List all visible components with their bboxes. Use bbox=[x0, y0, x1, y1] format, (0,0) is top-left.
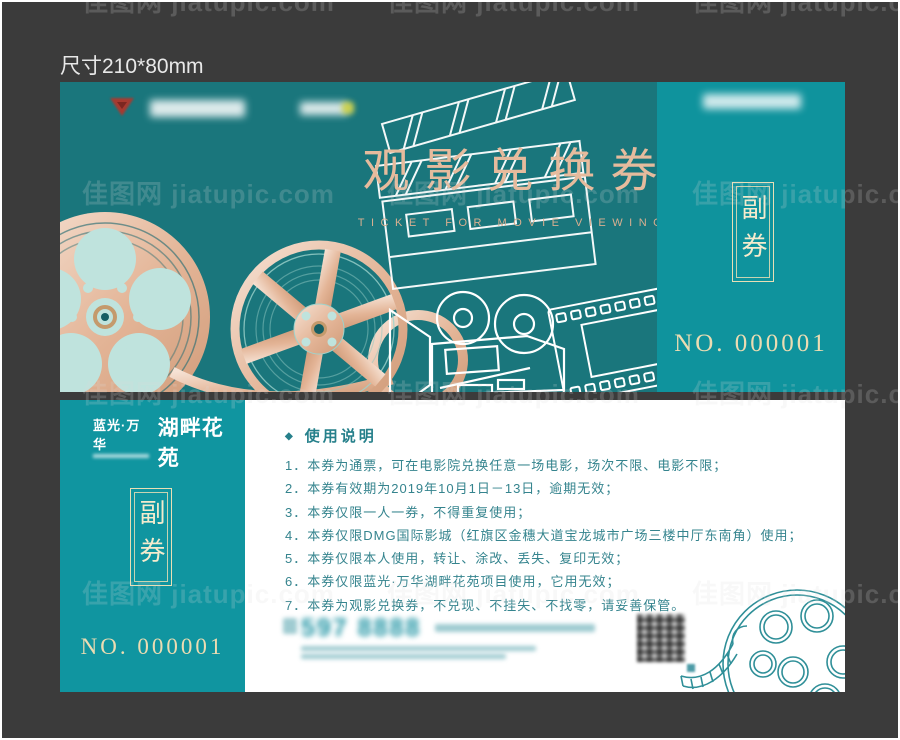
instructions-title: ◆ 使用说明 bbox=[285, 425, 377, 446]
watermark-text: 佳图网 jiatupic.com bbox=[82, 0, 335, 19]
design-preview-canvas: 尺寸210*80mm bbox=[0, 0, 900, 740]
blurred-brand-accent bbox=[342, 102, 354, 114]
instructions-panel: ◆ 使用说明 1．本券为通票，可在电影院兑换任意一场电影，场次不限、电影不限； 2… bbox=[245, 400, 845, 692]
brand-logo-front bbox=[100, 94, 400, 126]
size-label: 尺寸210*80mm bbox=[60, 50, 204, 80]
stub-coupon-label-back: 副券 bbox=[138, 499, 164, 575]
film-reels-illustration bbox=[60, 82, 657, 392]
stub-coupon-box: 副券 bbox=[732, 182, 774, 282]
movie-camera-icon bbox=[390, 292, 564, 392]
blurred-address-line bbox=[301, 646, 536, 651]
stub-coupon-label: 副券 bbox=[740, 194, 766, 270]
brand-name-large: 湖畔花苑 bbox=[158, 412, 245, 472]
film-reel-right-icon bbox=[235, 245, 403, 392]
blurred-contact-line bbox=[435, 624, 595, 632]
diamond-bullet-icon: ◆ bbox=[285, 431, 296, 442]
blurred-brand-text bbox=[150, 100, 245, 117]
brand-name-small: 蓝光·万华 bbox=[93, 415, 154, 453]
contact-block: 597 8888 bbox=[245, 606, 725, 666]
serial-number-back: NO. 000001 bbox=[60, 634, 245, 660]
instruction-item: 2．本券有效期为2019年10月1日－13日，逾期无效； bbox=[285, 477, 825, 500]
phone-number: 597 8888 bbox=[301, 614, 421, 643]
ticket-front-stub: 副券 NO. 000001 bbox=[657, 82, 845, 392]
film-reel-left-icon bbox=[60, 212, 210, 392]
blurred-brand-subtext bbox=[93, 454, 149, 458]
blurred-address-line-2 bbox=[301, 654, 506, 659]
watermark-text: 佳图网 jiatupic.com bbox=[692, 0, 900, 19]
blurred-stub-text bbox=[703, 94, 801, 109]
instructions-title-text: 使用说明 bbox=[305, 428, 377, 445]
instruction-item: 5．本券仅限本人使用，转让、涂改、丢失、复印无效； bbox=[285, 547, 825, 570]
ticket-back-stub: 蓝光·万华 湖畔花苑 副券 NO. 000001 bbox=[60, 400, 245, 692]
instruction-item: 1．本券为通票，可在电影院兑换任意一场电影，场次不限、电影不限； bbox=[285, 454, 825, 477]
ticket-front: 观影兑换券 TICKET FOR MOVIE VIEWING 副券 NO. 00… bbox=[60, 82, 845, 392]
brand-logo-back: 蓝光·万华 湖畔花苑 bbox=[93, 411, 245, 472]
blurred-contact-logo bbox=[283, 618, 297, 634]
film-reel-sketch-icon bbox=[675, 582, 845, 692]
brand-logo-mark-icon bbox=[108, 96, 136, 120]
instruction-item: 3．本券仅限一人一券，不得重复使用； bbox=[285, 501, 825, 524]
instruction-item: 4．本券仅限DMG国际影城（红旗区金穗大道宝龙城市广场三楼中厅东南角）使用； bbox=[285, 524, 825, 547]
watermark-text: 佳图网 jiatupic.com bbox=[387, 0, 640, 19]
film-strip-rose bbox=[172, 372, 392, 392]
blurred-brand-text-2 bbox=[300, 102, 348, 115]
serial-number-front: NO. 000001 bbox=[657, 330, 845, 358]
stub-coupon-box-back: 副券 bbox=[130, 488, 172, 586]
ticket-back: 蓝光·万华 湖畔花苑 副券 NO. 000001 ◆ 使用说明 1．本券为通票，可… bbox=[60, 400, 845, 692]
